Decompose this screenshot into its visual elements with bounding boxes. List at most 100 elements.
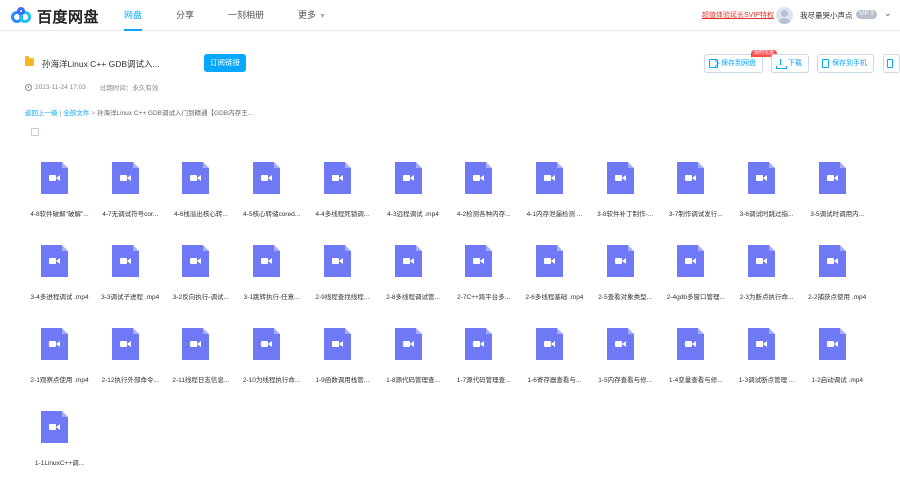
file-item[interactable]: 4-7无调试符号cor... [95, 162, 166, 242]
file-item[interactable]: 1-3调试断点管理 ... [731, 328, 802, 408]
video-camera-icon [261, 340, 273, 348]
file-item[interactable]: 1-7源代码管理查... [448, 328, 519, 408]
file-item[interactable]: 4-8软件破解"破解"... [24, 162, 95, 242]
save-to-phone-button[interactable]: 保存到手机 [817, 54, 874, 73]
video-file-icon [41, 162, 68, 194]
all-files-link[interactable]: 全部文件 [63, 110, 89, 117]
video-file-icon [677, 245, 705, 277]
video-camera-icon [543, 257, 555, 265]
file-name: 3-6调试时跳过指... [739, 211, 794, 218]
file-item[interactable]: 3-1跳转执行-任意... [236, 245, 307, 325]
file-name: 2-10为线程执行命... [242, 377, 301, 384]
top-navigation-bar: 百度网盘 网盘 分享 一刻相册 更多 ▼ 超值体验延长SVIP特权 我尽量哭小声点… [0, 0, 900, 31]
download-icon [776, 59, 787, 69]
file-item[interactable]: 4-4多线程死锁调... [307, 162, 378, 242]
video-file-icon [465, 245, 493, 277]
avatar[interactable] [776, 7, 793, 24]
nav-netdisk[interactable]: 网盘 [115, 0, 151, 31]
file-item[interactable]: 2-4gdb多窗口管理... [660, 245, 731, 325]
file-item[interactable]: 4-6栈溢出核心转... [165, 162, 236, 242]
video-file-icon [182, 162, 210, 194]
file-name: 4-2检测各种内存... [456, 211, 511, 218]
file-item[interactable]: 3-3调试子进程 .mp4 [95, 245, 166, 325]
file-item[interactable]: 2-6多线程基础 .mp4 [519, 245, 590, 325]
file-name: 3-1跳转执行-任意... [243, 294, 300, 301]
file-name: 2-6多线程基础 .mp4 [525, 294, 584, 301]
nav-more[interactable]: 更多 ▼ [289, 0, 335, 31]
video-file-icon [111, 245, 139, 277]
username[interactable]: 我尽量哭小声点 [800, 10, 853, 21]
file-item[interactable]: 1-9函数调用栈管... [307, 328, 378, 408]
file-item[interactable]: 3-2反向执行-调试... [165, 245, 236, 325]
video-camera-icon [614, 174, 626, 182]
video-camera-icon [331, 174, 343, 182]
file-item[interactable]: 1-2启动调试 .mp4 [802, 328, 873, 408]
nav-more-label: 更多 [298, 10, 317, 20]
file-item[interactable]: 2-11线程日志信息... [165, 328, 236, 408]
file-item[interactable]: 2-7C++跨平台多... [448, 245, 519, 325]
video-file-icon [677, 162, 705, 194]
baidu-netdisk-logo[interactable]: 百度网盘 [11, 6, 99, 26]
file-item[interactable]: 1-6寄存器查看与... [519, 328, 590, 408]
video-file-icon [818, 162, 846, 194]
chevron-down-icon[interactable]: ⌄ [884, 8, 892, 19]
file-item[interactable]: 4-1内存泄漏检测 ... [519, 162, 590, 242]
file-item[interactable]: 3-8软件补丁制作-... [590, 162, 661, 242]
video-file-icon [111, 328, 139, 360]
file-item[interactable]: 1-5内存查看与修... [590, 328, 661, 408]
video-camera-icon [190, 340, 202, 348]
back-link[interactable]: 返回上一级 [25, 110, 58, 117]
file-item[interactable]: 4-5核心转储cored... [236, 162, 307, 242]
video-camera-icon [756, 340, 767, 348]
file-name: 4-5核心转储cored... [243, 211, 301, 218]
video-file-icon [253, 328, 281, 360]
svip-promo-link[interactable]: 超值体验延长SVIP特权 [702, 10, 774, 20]
file-item[interactable]: 4-2检测各种内存... [448, 162, 519, 242]
file-item[interactable]: 2-12执行外部命令... [95, 328, 166, 408]
file-name: 1-5内存查看与修... [598, 377, 652, 384]
video-file-icon [465, 328, 493, 360]
video-file-icon [748, 328, 775, 360]
file-item[interactable]: 3-6调试时跳过指... [731, 162, 802, 242]
video-camera-icon [826, 340, 838, 348]
file-item[interactable]: 2-8多线程调试管... [378, 245, 449, 325]
file-item[interactable]: 2-1观察点使用 .mp4 [24, 328, 95, 408]
file-item[interactable]: 3-5调试时调用内... [802, 162, 873, 242]
more-actions-button[interactable] [883, 54, 900, 73]
file-item[interactable]: 4-3远程调试 .mp4 [378, 162, 449, 242]
file-name: 2-8多线程调试管... [386, 294, 440, 301]
video-camera-icon [49, 257, 60, 265]
file-name: 2-11线程日志信息... [172, 377, 230, 384]
file-item[interactable]: 2-9线程查找线程... [307, 245, 378, 325]
more-icon [887, 59, 893, 68]
download-button[interactable]: 下载 [771, 54, 809, 73]
video-file-icon [606, 245, 634, 277]
main-nav: 网盘 分享 一刻相册 更多 ▼ [115, 0, 351, 31]
file-item[interactable]: 2-2捕获点使用 .mp4 [802, 245, 873, 325]
nav-album[interactable]: 一刻相册 [219, 0, 273, 31]
file-item[interactable]: 1-1LinuxC++调... [24, 411, 95, 491]
file-item[interactable]: 2-10为线程执行命... [236, 328, 307, 408]
video-camera-icon [190, 257, 202, 265]
file-name: 1-1LinuxC++调... [34, 460, 85, 467]
file-item[interactable]: 1-8源代码管理查... [378, 328, 449, 408]
video-camera-icon [119, 257, 131, 265]
file-item[interactable]: 2-3为断点执行命... [731, 245, 802, 325]
file-name: 2-2捕获点使用 .mp4 [808, 294, 867, 301]
video-file-icon [182, 245, 210, 277]
file-item[interactable]: 3-7制作调试发行... [660, 162, 731, 242]
video-camera-icon [543, 174, 555, 182]
share-title: 孙海洋Linux C++ GDB调试入... [42, 59, 160, 69]
file-item[interactable]: 2-5查看对象类型... [590, 245, 661, 325]
video-camera-icon [49, 423, 60, 431]
file-name: 2-5查看对象类型... [598, 294, 652, 301]
chevron-down-icon: ▼ [319, 13, 326, 20]
video-file-icon [253, 162, 281, 194]
subscribe-button[interactable]: 订阅链接 [204, 54, 246, 72]
file-item[interactable]: 1-4变量查看与修... [660, 328, 731, 408]
breadcrumb-separator: > [91, 110, 95, 117]
logo-text: 百度网盘 [37, 8, 100, 26]
select-all-checkbox[interactable] [31, 128, 39, 136]
nav-share[interactable]: 分享 [167, 0, 203, 31]
file-item[interactable]: 3-4多进程调试 .mp4 [24, 245, 95, 325]
